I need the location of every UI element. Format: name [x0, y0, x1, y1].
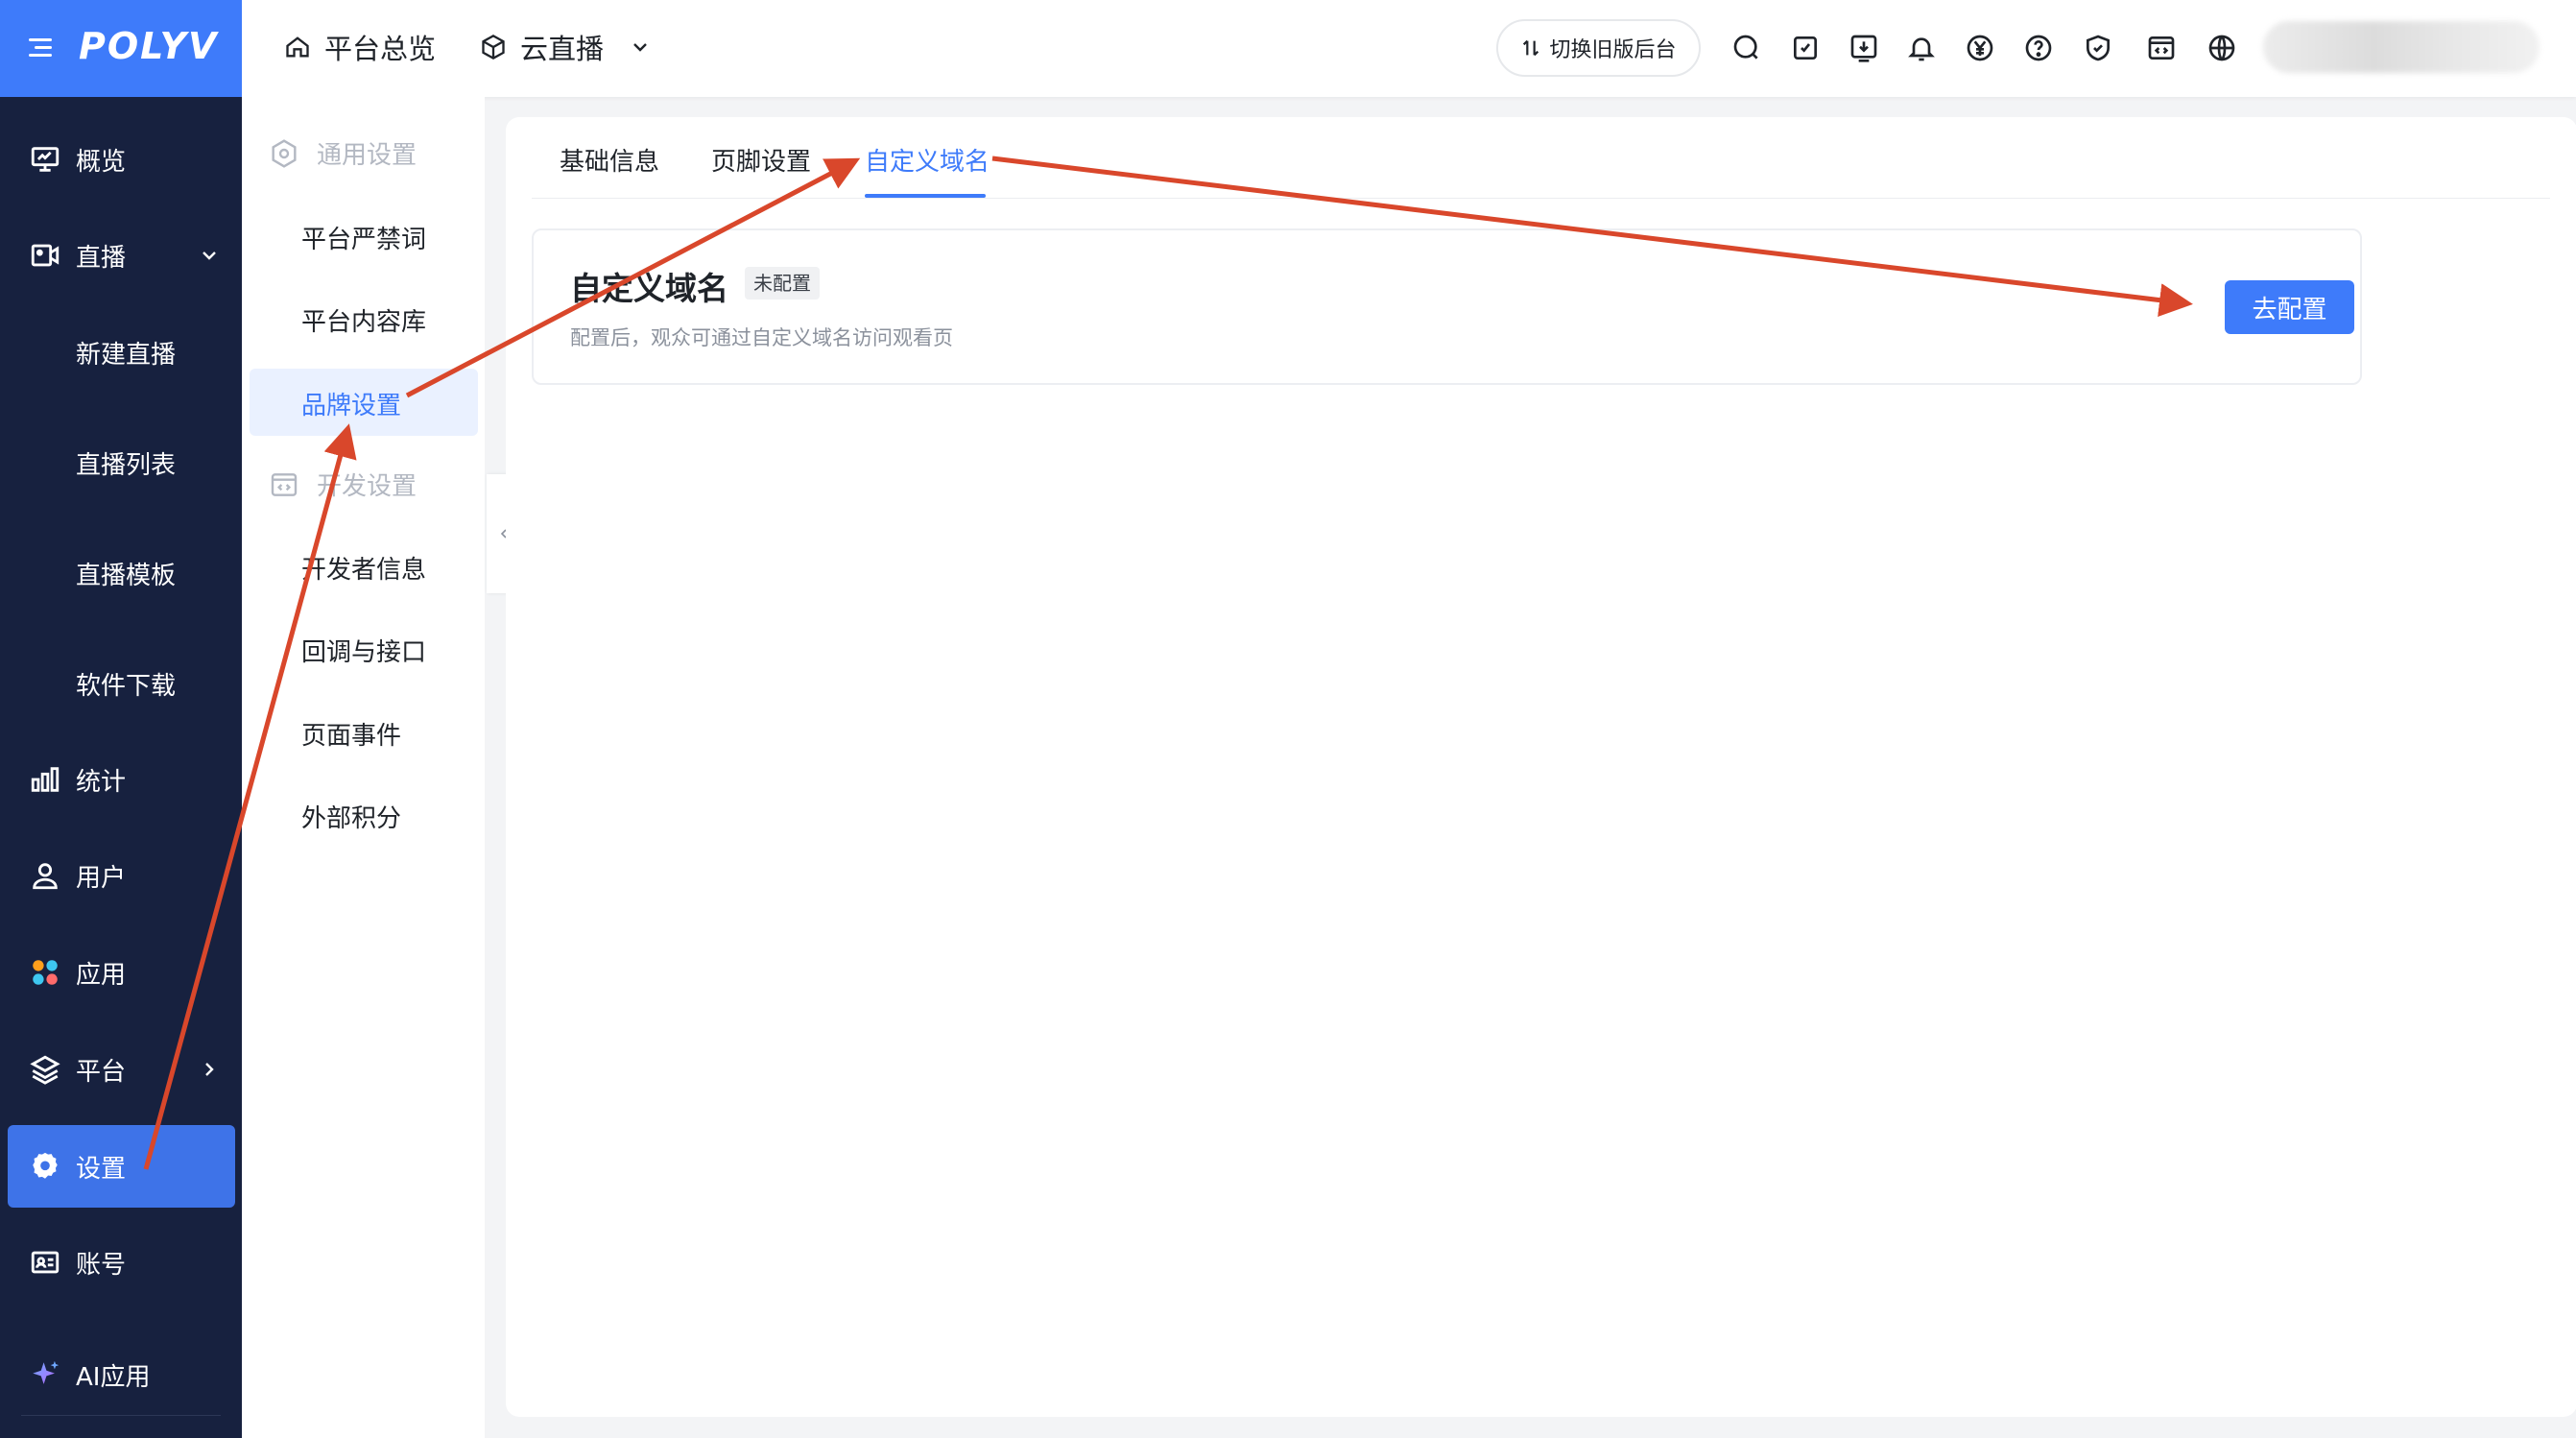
sidebar-item-account[interactable]: 账号 — [0, 1221, 242, 1304]
user-avatar-blurred[interactable] — [2263, 21, 2540, 73]
nav-label: 云直播 — [520, 33, 605, 65]
sidebar-item-label: 直播 — [76, 243, 127, 273]
sidebar-item-apps[interactable]: 应用 — [0, 931, 242, 1014]
nav-cloud-live[interactable]: 云直播 — [480, 27, 665, 67]
switch-old-backend-button[interactable]: 切换旧版后台 — [1496, 19, 1701, 77]
sidebar-item-label: 统计 — [76, 767, 127, 797]
sidebar: 概览 直播 新建直播 直播列表 直播模板 软件下载 统计 用户 应用 平台 设置… — [0, 97, 242, 1438]
sidebar-item-label: 直播列表 — [76, 450, 177, 480]
layers-icon — [30, 1055, 60, 1085]
sparkle-icon — [33, 1360, 60, 1384]
sidebar-item-label: 应用 — [76, 960, 127, 990]
yen-icon[interactable] — [1965, 33, 1995, 63]
logo[interactable]: POLYV — [79, 25, 218, 67]
subnav-item-content-library[interactable]: 平台内容库 — [301, 302, 426, 338]
download-icon[interactable] — [1849, 33, 1879, 63]
home-icon — [286, 36, 309, 58]
subnav-item-external-points[interactable]: 外部积分 — [301, 799, 401, 834]
custom-domain-card: 自定义域名 未配置 配置后，观众可通过自定义域名访问观看页 去配置 — [532, 228, 2362, 385]
sidebar-item-software-download[interactable]: 软件下载 — [0, 642, 242, 725]
nav-platform-overview[interactable]: 平台总览 — [284, 27, 436, 67]
globe-icon[interactable] — [2206, 33, 2237, 63]
switch-arrows-icon — [1523, 39, 1539, 57]
card-description: 配置后，观众可通过自定义域名访问观看页 — [570, 326, 953, 349]
status-badge: 未配置 — [745, 267, 820, 300]
help-icon[interactable] — [2023, 33, 2054, 63]
chevron-down-icon[interactable] — [629, 36, 652, 59]
sidebar-item-label: 软件下载 — [76, 671, 177, 701]
tab-custom-domain[interactable]: 自定义域名 — [865, 142, 990, 178]
subnav-group-title: 通用设置 — [317, 141, 417, 170]
sidebar-item-label: 概览 — [76, 147, 127, 177]
subnav-item-callbacks-api[interactable]: 回调与接口 — [301, 633, 426, 668]
code-window-icon[interactable] — [2146, 33, 2177, 63]
bell-icon[interactable] — [1906, 33, 1937, 63]
video-icon — [31, 244, 60, 267]
gear-icon — [33, 1152, 58, 1179]
subnav-item-label: 品牌设置 — [301, 392, 402, 420]
sidebar-item-platform[interactable]: 平台 — [0, 1028, 242, 1111]
sidebar-item-label: AI应用 — [76, 1362, 151, 1392]
task-icon[interactable] — [1790, 33, 1821, 63]
code-window-icon — [271, 472, 298, 496]
card-title: 自定义域名 — [570, 270, 728, 307]
sidebar-item-label: 设置 — [76, 1154, 127, 1184]
sidebar-item-live[interactable]: 直播 — [0, 214, 242, 297]
bar-chart-icon — [31, 767, 60, 792]
sidebar-item-live-list[interactable]: 直播列表 — [0, 421, 242, 504]
tab-basic-info[interactable]: 基础信息 — [560, 142, 659, 178]
chevron-right-icon — [205, 1063, 214, 1076]
subnav-group-general: 通用设置 — [269, 135, 417, 171]
sidebar-item-label: 直播模板 — [76, 561, 177, 590]
main-panel: 基础信息 页脚设置 自定义域名 自定义域名 未配置 配置后，观众可通过自定义域名… — [506, 117, 2576, 1417]
switch-label: 切换旧版后台 — [1549, 38, 1677, 62]
subnav-item-page-events[interactable]: 页面事件 — [301, 716, 401, 752]
configure-button[interactable]: 去配置 — [2225, 280, 2354, 334]
monitor-icon — [31, 147, 60, 172]
subnav-group-dev: 开发设置 — [269, 467, 417, 502]
user-icon — [33, 863, 58, 890]
tab-divider — [532, 198, 2550, 199]
shield-icon[interactable] — [2083, 33, 2113, 63]
sidebar-item-label: 用户 — [76, 863, 127, 893]
top-header: POLYV 平台总览 云直播 切换旧版后台 — [0, 0, 2576, 97]
logo-block: POLYV — [0, 0, 242, 97]
sidebar-item-label: 新建直播 — [76, 340, 177, 370]
cube-icon — [482, 34, 505, 60]
sidebar-item-ai-apps[interactable]: AI应用 — [0, 1333, 242, 1416]
nav-label: 平台总览 — [324, 33, 437, 65]
chevron-down-icon — [203, 252, 216, 260]
hexagon-gear-icon — [272, 138, 297, 168]
subnav-group-title: 开发设置 — [317, 472, 417, 501]
search-icon[interactable] — [1731, 33, 1762, 63]
sidebar-item-users[interactable]: 用户 — [0, 834, 242, 917]
sidebar-item-label: 账号 — [76, 1250, 127, 1280]
subnav-item-banned-words[interactable]: 平台严禁词 — [301, 220, 426, 255]
menu-icon[interactable] — [29, 36, 56, 60]
sidebar-item-overview[interactable]: 概览 — [0, 118, 242, 201]
sidebar-item-live-template[interactable]: 直播模板 — [0, 532, 242, 614]
settings-subnav: 通用设置 平台严禁词 平台内容库 品牌设置 开发设置 开发者信息 回调与接口 页… — [242, 97, 485, 1438]
sidebar-item-new-live[interactable]: 新建直播 — [0, 311, 242, 394]
sidebar-item-label: 平台 — [76, 1057, 127, 1087]
subnav-item-brand-settings[interactable]: 品牌设置 — [250, 369, 478, 436]
tab-footer-settings[interactable]: 页脚设置 — [711, 142, 811, 178]
sidebar-item-stats[interactable]: 统计 — [0, 738, 242, 821]
id-card-icon — [31, 1251, 60, 1274]
subnav-item-developer-info[interactable]: 开发者信息 — [301, 550, 426, 586]
sidebar-item-settings[interactable]: 设置 — [8, 1125, 235, 1208]
apps-icon — [33, 960, 58, 985]
